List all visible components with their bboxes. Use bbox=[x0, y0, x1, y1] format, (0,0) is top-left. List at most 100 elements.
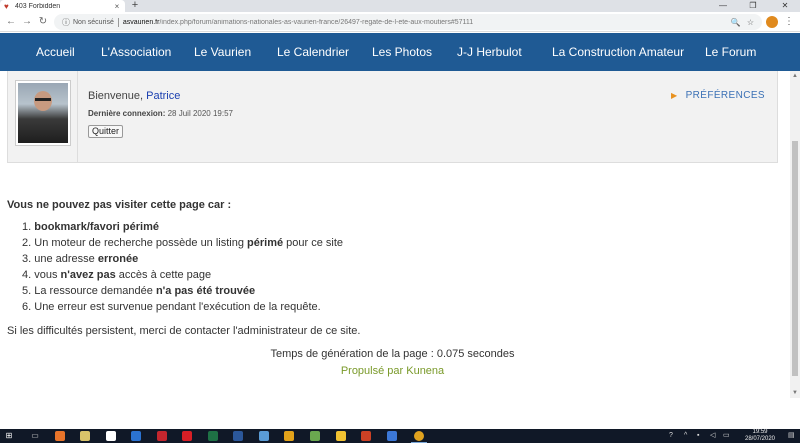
taskbar-clock[interactable]: 19:59 28/07/2020 bbox=[736, 429, 784, 443]
item-bold: n'a pas été trouvée bbox=[155, 285, 256, 297]
battery-icon[interactable]: ▭ bbox=[723, 431, 730, 441]
nav-item-accueil[interactable]: Accueil bbox=[36, 33, 75, 71]
contact-admin-message: Si les difficultés persistent, merci de … bbox=[7, 325, 361, 337]
last-login: Dernière connexion: 28 Juil 2020 19:57 bbox=[88, 109, 233, 118]
avatar-head bbox=[34, 91, 52, 111]
minimize-button[interactable]: — bbox=[712, 0, 734, 12]
scroll-down-icon[interactable]: ▼ bbox=[790, 388, 800, 398]
nav-item-photos[interactable]: Les Photos bbox=[372, 33, 432, 71]
notes-icon[interactable] bbox=[336, 431, 346, 441]
new-tab-button[interactable]: + bbox=[129, 0, 141, 12]
nav-item-calendrier[interactable]: Le Calendrier bbox=[277, 33, 349, 71]
reload-button[interactable]: ↻ bbox=[36, 15, 50, 29]
browser-tab[interactable]: ♥ 403 Forbidden × bbox=[0, 0, 125, 12]
item-number: 3. bbox=[22, 253, 32, 265]
error-reason-item: 5. La ressource demandée n'a pas été tro… bbox=[22, 283, 343, 299]
chrome-icon[interactable] bbox=[414, 431, 424, 441]
files-icon[interactable] bbox=[80, 431, 90, 441]
page-content: Bienvenue, Patrice Dernière connexion: 2… bbox=[0, 71, 790, 398]
address-separator bbox=[117, 17, 119, 27]
item-number: 4. bbox=[22, 269, 32, 281]
windows-start-icon[interactable]: ⊞ bbox=[4, 431, 14, 441]
page-scrollbar[interactable]: ▲ ▼ bbox=[790, 71, 800, 398]
error-reason-item: 1. bookmark/favori périmé bbox=[22, 219, 343, 235]
error-reason-item: 4. vous n'avez pas accès à cette page bbox=[22, 267, 343, 283]
zoom-icon[interactable]: 🔍 bbox=[731, 18, 741, 27]
item-text: pour ce site bbox=[283, 237, 344, 249]
scrollbar-thumb[interactable] bbox=[792, 141, 798, 376]
item-text: une adresse bbox=[34, 253, 98, 265]
word-icon[interactable] bbox=[233, 431, 243, 441]
kunena-link[interactable]: Propulsé par Kunena bbox=[0, 365, 785, 377]
tab-close-icon[interactable]: × bbox=[113, 2, 121, 11]
welcome-label: Bienvenue, bbox=[88, 90, 144, 102]
url-text[interactable]: asvaurien.fr/index.php/forum/animations-… bbox=[123, 19, 725, 26]
quit-button[interactable]: Quitter bbox=[88, 125, 124, 138]
url-domain: asvaurien.fr bbox=[122, 18, 160, 26]
vlc-icon[interactable] bbox=[55, 431, 65, 441]
close-window-button[interactable]: ✕ bbox=[774, 0, 796, 12]
document-icon[interactable] bbox=[106, 431, 116, 441]
user-avatar[interactable] bbox=[15, 80, 71, 146]
back-button[interactable]: ← bbox=[4, 15, 18, 29]
avatar-glasses bbox=[35, 98, 51, 101]
info-icon[interactable]: ⓘ bbox=[62, 17, 70, 28]
forward-button[interactable]: → bbox=[20, 15, 34, 29]
item-text: La ressource demandée bbox=[34, 285, 156, 297]
scroll-up-icon[interactable]: ▲ bbox=[790, 71, 800, 81]
item-text: vous bbox=[34, 269, 61, 281]
app-icon[interactable] bbox=[310, 431, 320, 441]
site-favicon-icon: ♥ bbox=[4, 1, 9, 11]
item-text: Une erreur est survenue pendant l'exécut… bbox=[34, 301, 321, 313]
task-view-icon[interactable]: ▭ bbox=[30, 431, 40, 441]
profile-avatar-icon[interactable] bbox=[766, 16, 778, 28]
settings-app-icon[interactable] bbox=[387, 431, 397, 441]
nav-item-vaurien[interactable]: Le Vaurien bbox=[194, 33, 251, 71]
bookmark-star-icon[interactable]: ☆ bbox=[747, 18, 754, 27]
security-label: Non sécurisé bbox=[73, 18, 114, 26]
page-generation-time: Temps de génération de la page : 0.075 s… bbox=[270, 348, 515, 360]
tray-expand-icon[interactable]: ^ bbox=[684, 431, 687, 441]
nav-item-construction-amateur[interactable]: La Construction Amateur bbox=[552, 33, 684, 71]
error-title: Vous ne pouvez pas visiter cette page ca… bbox=[7, 199, 232, 211]
folder-icon[interactable] bbox=[284, 431, 294, 441]
item-text: accès à cette page bbox=[115, 269, 212, 281]
item-text: Un moteur de recherche possède un listin… bbox=[34, 237, 248, 249]
item-bold: périmé bbox=[247, 237, 284, 249]
photos-icon[interactable] bbox=[259, 431, 269, 441]
maximize-button[interactable]: ❐ bbox=[742, 0, 764, 12]
browser-menu-icon[interactable]: ⋮ bbox=[784, 15, 794, 29]
url-path: /index.php/forum/animations-nationales-a… bbox=[159, 18, 474, 26]
nav-item-forum[interactable]: Le Forum bbox=[705, 33, 756, 71]
nav-item-herbulot[interactable]: J-J Herbulot bbox=[457, 33, 522, 71]
tab-title: 403 Forbidden bbox=[15, 2, 61, 10]
windows-taskbar: ⊞ ▭ ? ^ ▪ ◁ ▭ 19:59 28/07/2020 ▤ bbox=[0, 429, 800, 443]
media-icon[interactable] bbox=[361, 431, 371, 441]
dropbox-icon[interactable] bbox=[131, 431, 141, 441]
excel-icon[interactable] bbox=[208, 431, 218, 441]
address-bar[interactable]: ⓘ Non sécurisé asvaurien.fr/index.php/fo… bbox=[54, 14, 762, 30]
last-login-value: 28 Juil 2020 19:57 bbox=[167, 109, 233, 118]
item-bold: bookmark/favori périmé bbox=[34, 221, 159, 233]
preferences-link[interactable]: ▶ PRÉFÉRENCES bbox=[671, 90, 765, 101]
error-reasons-list: 1. bookmark/favori périmé 2. Un moteur d… bbox=[22, 219, 343, 315]
notifications-icon[interactable]: ▤ bbox=[788, 431, 795, 441]
item-number: 1. bbox=[22, 221, 32, 233]
nav-item-association[interactable]: L'Association bbox=[101, 33, 171, 71]
netflix-icon[interactable] bbox=[182, 431, 192, 441]
error-reason-item: 6. Une erreur est survenue pendant l'exé… bbox=[22, 299, 343, 315]
network-icon[interactable]: ▪ bbox=[697, 431, 699, 441]
profile-avatar-column bbox=[8, 71, 78, 162]
help-icon[interactable]: ? bbox=[669, 431, 673, 441]
user-profile-box: Bienvenue, Patrice Dernière connexion: 2… bbox=[7, 71, 778, 163]
welcome-message: Bienvenue, Patrice bbox=[88, 90, 180, 102]
item-bold: n'avez pas bbox=[60, 269, 116, 281]
pdf-app-icon[interactable] bbox=[157, 431, 167, 441]
site-main-nav: Accueil L'Association Le Vaurien Le Cale… bbox=[0, 33, 800, 71]
kunena-link-text[interactable]: Propulsé par Kunena bbox=[341, 365, 444, 377]
volume-icon[interactable]: ◁ bbox=[710, 431, 715, 441]
username-link[interactable]: Patrice bbox=[146, 90, 180, 102]
browser-toolbar: ← → ↻ ⓘ Non sécurisé asvaurien.fr/index.… bbox=[0, 12, 800, 32]
last-login-label: Dernière connexion: bbox=[88, 109, 166, 118]
preferences-arrow-icon: ▶ bbox=[671, 91, 678, 100]
